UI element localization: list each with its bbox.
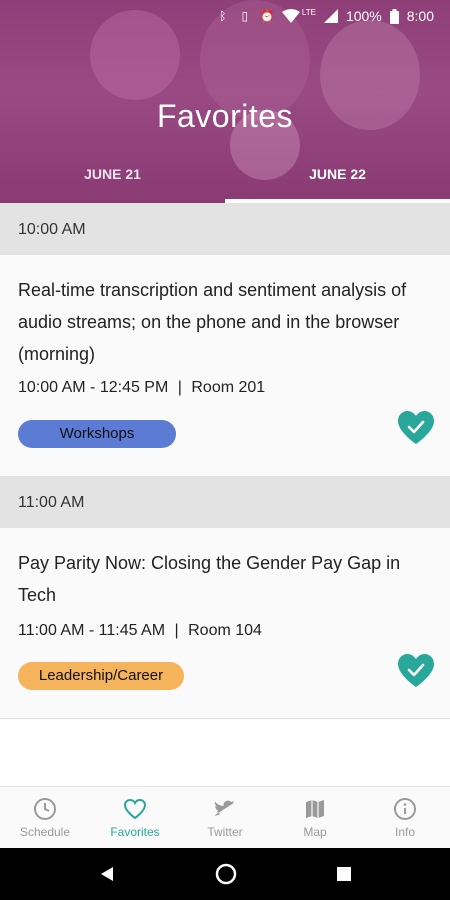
wifi-icon [281, 9, 300, 23]
clock-icon [34, 798, 56, 820]
battery-percent: 100% [345, 8, 382, 24]
app-header: ᛒ ▯ ⏰ LTE 100% 8:00 Favorites JUNE 21 JU… [0, 0, 450, 203]
time-section-header: 10:00 AM [0, 203, 450, 255]
page-title: Favorites [156, 98, 294, 134]
nav-label: Twitter [207, 825, 243, 839]
session-time-range: 10:00 AM - 12:45 PM [18, 379, 169, 396]
network-label: LTE [301, 7, 316, 17]
session-meta: 10:00 AM - 12:45 PM | Room 201 [18, 379, 265, 397]
nav-label: Map [303, 825, 327, 839]
map-icon [306, 800, 324, 818]
bluetooth-icon: ᛒ [219, 9, 227, 23]
date-tabs: JUNE 21 JUNE 22 [0, 156, 450, 203]
session-time-range: 11:00 AM - 11:45 AM [18, 622, 166, 639]
tab-june-21[interactable]: JUNE 21 [0, 156, 225, 203]
nav-label: Favorites [110, 825, 160, 839]
time-section-header: 11:00 AM [0, 476, 450, 528]
session-room: Room 104 [188, 622, 262, 639]
nav-label: Schedule [19, 825, 71, 839]
track-badge: Workshops [18, 420, 176, 448]
favorite-heart-icon[interactable] [398, 654, 434, 688]
session-title: Pay Parity Now: Closing the Gender Pay G… [18, 553, 401, 605]
status-bar: ᛒ ▯ ⏰ LTE 100% 8:00 [0, 0, 450, 32]
back-icon[interactable] [99, 866, 115, 882]
heart-icon [123, 798, 147, 820]
bottom-navigation: Schedule Favorites Twitter Map Info [0, 786, 450, 848]
battery-icon [389, 8, 399, 24]
nav-item-info[interactable]: Info [360, 787, 450, 848]
signal-icon [323, 9, 338, 23]
alarm-icon: ⏰ [259, 9, 275, 23]
clock-time: 8:00 [406, 8, 434, 24]
session-card[interactable]: Real-time transcription and sentiment an… [0, 255, 450, 476]
nav-label: Info [394, 825, 415, 839]
session-room: Room 201 [191, 379, 266, 396]
nav-item-map[interactable]: Map [270, 787, 360, 848]
system-navigation-bar [0, 848, 450, 900]
info-icon [394, 798, 416, 820]
nav-item-favorites[interactable]: Favorites [90, 787, 180, 848]
favorite-heart-icon[interactable] [398, 411, 434, 445]
nav-item-schedule[interactable]: Schedule [0, 787, 90, 848]
track-badge: Leadership/Career [18, 662, 184, 690]
session-card[interactable]: Pay Parity Now: Closing the Gender Pay G… [0, 528, 450, 718]
tab-june-22[interactable]: JUNE 22 [225, 156, 450, 203]
vibrate-icon: ▯ [241, 9, 249, 23]
session-meta: 11:00 AM - 11:45 AM | Room 104 [18, 622, 262, 640]
meta-separator: | [177, 379, 182, 396]
twitter-icon [214, 800, 235, 816]
meta-separator: | [174, 622, 179, 639]
session-title: Real-time transcription and sentiment an… [18, 280, 407, 364]
recents-icon[interactable] [337, 867, 351, 881]
home-icon[interactable] [215, 863, 237, 885]
list-divider [0, 718, 450, 719]
nav-item-twitter[interactable]: Twitter [180, 787, 270, 848]
